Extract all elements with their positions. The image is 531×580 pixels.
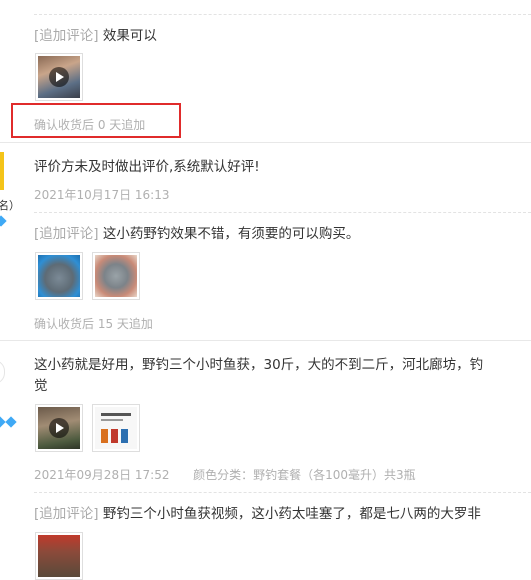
followup-text: 野钓三个小时鱼获视频，这小药太哇塞了，都是七八两的大罗非: [102, 506, 481, 522]
separator: [34, 14, 531, 15]
review-video-thumbnail[interactable]: [35, 53, 83, 101]
review-video-thumbnail[interactable]: [35, 404, 83, 452]
followup-comment: [追加评论] 野钓三个小时鱼获视频，这小药太哇塞了，都是七八两的大罗非: [34, 502, 481, 522]
followup-comment: [追加评论] 这小药野钓效果不错，有须要的可以购买。: [34, 222, 359, 242]
review-date-and-sku: 2021年09月28日 17:52 颜色分类：野钓套餐（各100毫升）共3瓶: [34, 466, 416, 483]
review-date: 2021年09月28日 17:52: [34, 468, 170, 482]
review-photo-thumbnail[interactable]: [92, 252, 140, 300]
review-photo-thumbnail[interactable]: [35, 252, 83, 300]
review-date: 2021年10月17日 16:13: [34, 188, 170, 202]
user-level-badge: [0, 152, 4, 190]
followup-tag: [追加评论]: [34, 28, 99, 44]
play-icon: [49, 418, 69, 438]
followup-tag: [追加评论]: [34, 226, 99, 242]
followup-comment: [追加评论] 效果可以: [34, 24, 157, 44]
review-text-line: 觉: [34, 378, 48, 394]
diamond-icon: [5, 416, 17, 428]
followup-text: 这小药野钓效果不错，有须要的可以购买。: [102, 226, 360, 242]
user-name-suffix: 名）: [0, 199, 20, 212]
followup-text: 效果可以: [102, 28, 157, 44]
review-text-line: 这小药就是好用，野钓三个小时鱼获，30斤，大的不到二斤，河北廊坊，钓: [34, 357, 484, 373]
review-text: 评价方未及时做出评价,系统默认好评!: [34, 159, 260, 175]
avatar: [0, 360, 5, 384]
separator: [34, 492, 531, 493]
diamond-icon: [0, 215, 7, 227]
review-divider: [0, 142, 531, 143]
review-photo-thumbnail[interactable]: [92, 404, 140, 452]
play-icon: [49, 67, 69, 87]
highlight-box: [11, 103, 181, 138]
review-sku: 颜色分类：野钓套餐（各100毫升）共3瓶: [193, 468, 416, 482]
review-divider: [0, 340, 531, 341]
review-video-thumbnail[interactable]: [35, 532, 83, 580]
separator: [34, 212, 531, 213]
followup-tag: [追加评论]: [34, 506, 99, 522]
followup-note: 确认收货后 15 天追加: [34, 317, 153, 331]
